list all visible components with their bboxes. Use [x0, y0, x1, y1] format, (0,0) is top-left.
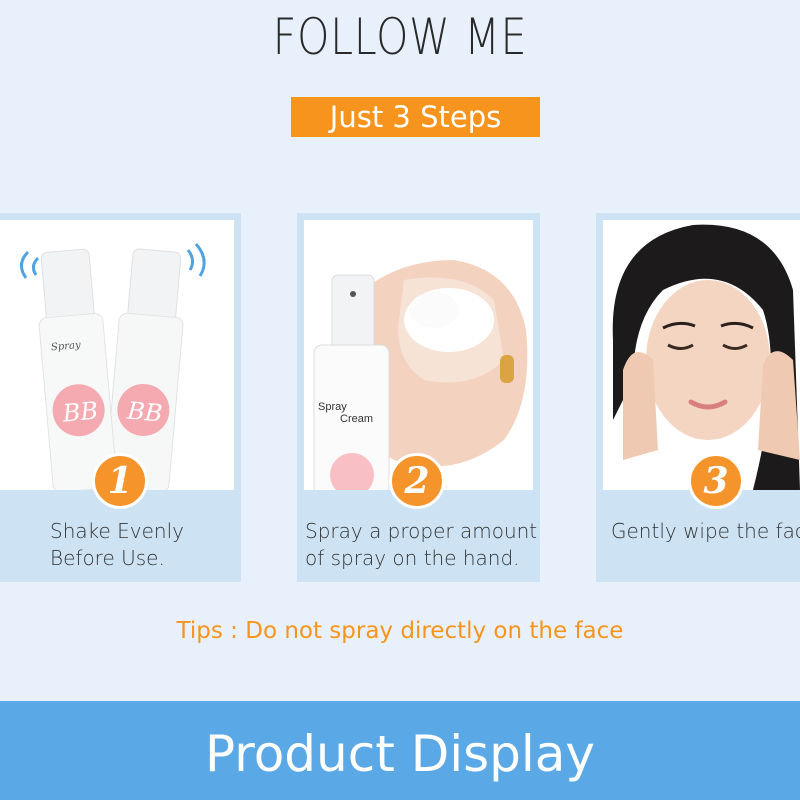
step-2-caption: Spray a proper amount of spray on the ha… — [305, 519, 538, 570]
step-3-number-icon: 3 — [688, 453, 744, 509]
step-1-caption: Shake Evenly Before Use. — [50, 519, 185, 570]
step-2-number-icon: 2 — [389, 453, 445, 509]
step-card-1: BB Spray BB Shake Evenly Before Use. — [0, 213, 241, 582]
step-3-caption: Gently wipe the face — [611, 519, 800, 543]
svg-text:Spray: Spray — [318, 401, 347, 413]
usage-tip: Tips : Do not spray directly on the face — [176, 618, 624, 644]
product-display-label: Product Display — [204, 725, 596, 783]
step-1-number-icon: 1 — [92, 453, 148, 509]
step-1-image: BB Spray BB — [0, 220, 234, 490]
steps-badge: Just 3 Steps — [291, 97, 540, 137]
svg-text:Cream: Cream — [340, 413, 373, 425]
product-display-banner: Product Display — [0, 701, 800, 800]
svg-text:BB: BB — [61, 397, 100, 428]
step-card-2: Spray Cream Spray a proper amount of spr… — [297, 213, 540, 582]
step-2-image: Spray Cream — [304, 220, 533, 490]
step-3-image — [603, 220, 800, 490]
step-card-3: Gently wipe the face — [596, 213, 800, 582]
page-title: FOLLOW ME — [272, 8, 528, 66]
svg-text:BB: BB — [125, 397, 164, 428]
